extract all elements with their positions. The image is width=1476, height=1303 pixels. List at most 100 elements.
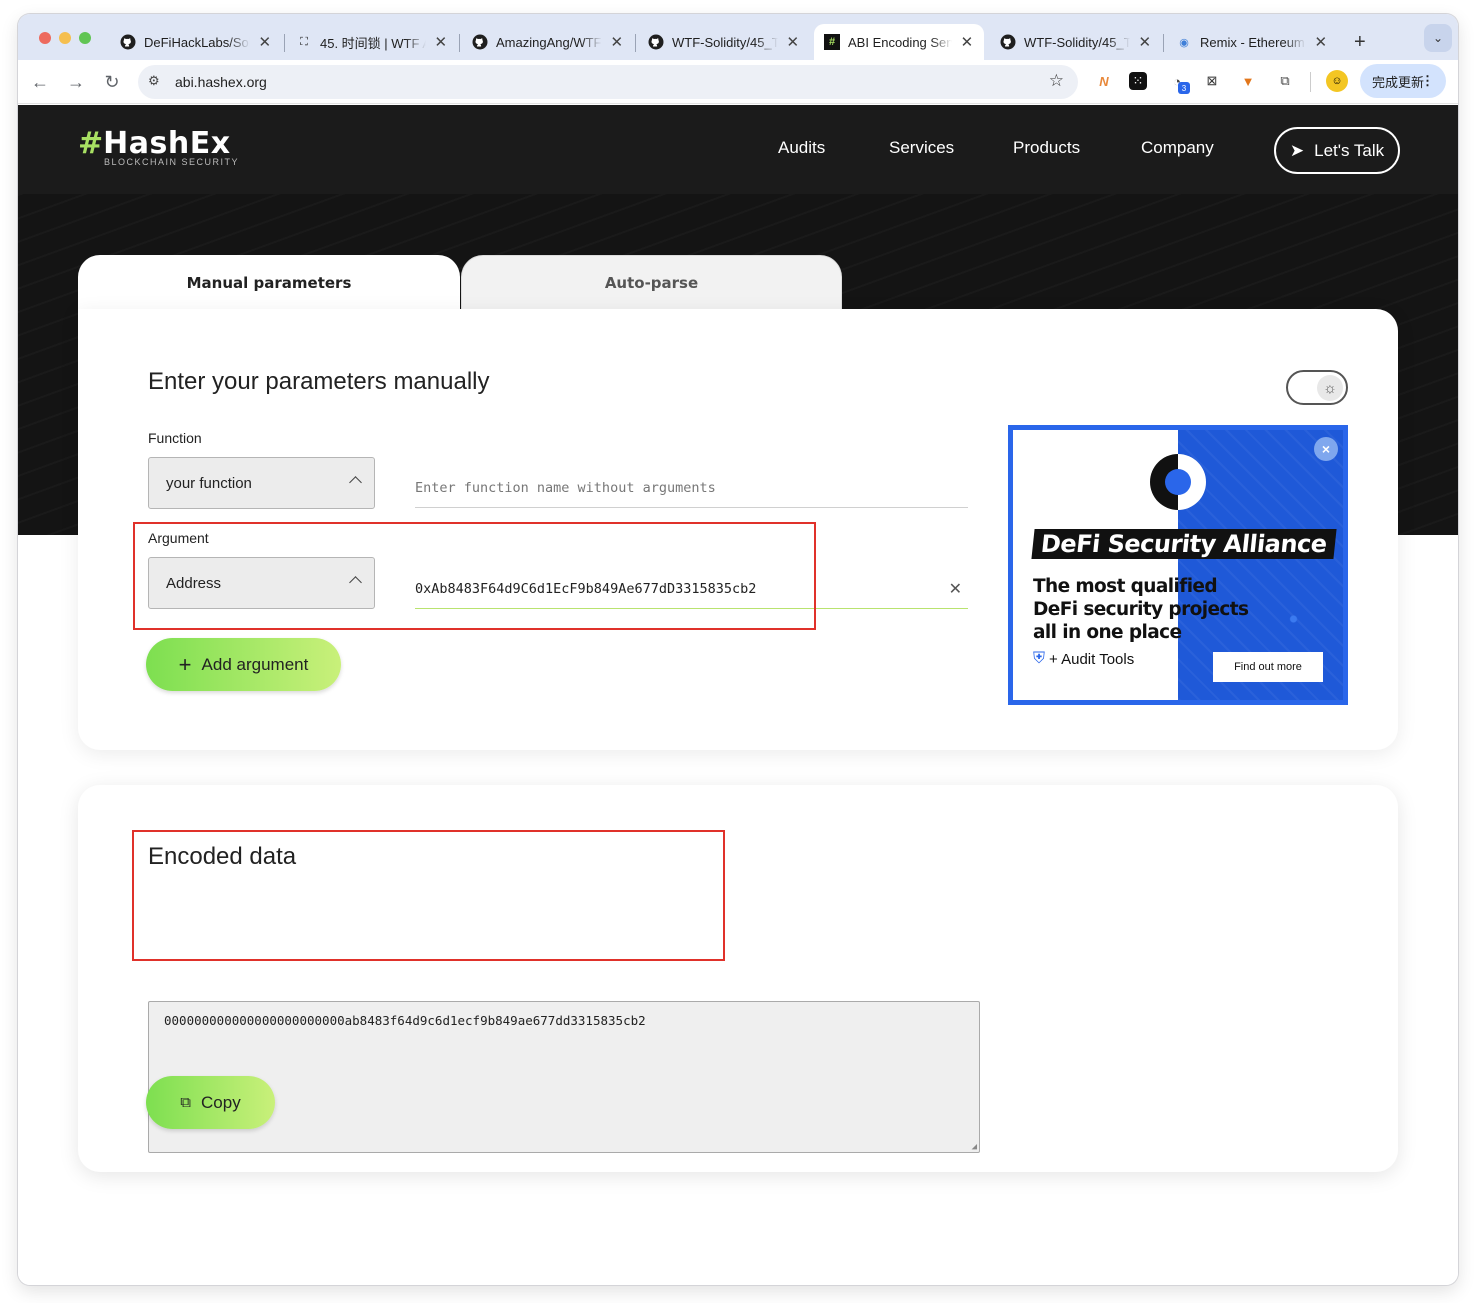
new-tab-button[interactable]: + bbox=[1344, 24, 1374, 60]
ad-lead: The most qualified DeFi security project… bbox=[1033, 575, 1333, 644]
reload-button[interactable]: ↻ bbox=[100, 70, 124, 94]
close-tab-icon[interactable]: ✕ bbox=[258, 33, 272, 51]
ad-lead-line: all in one place bbox=[1033, 622, 1182, 643]
bookmark-star-icon[interactable]: ☆ bbox=[1049, 71, 1064, 91]
function-label: Function bbox=[148, 430, 202, 446]
theme-toggle[interactable]: ☼ bbox=[1286, 370, 1348, 405]
defi-alliance-ad[interactable]: DeFi Security Alliance The most qualifie… bbox=[1008, 425, 1348, 705]
close-window-button[interactable] bbox=[39, 32, 51, 44]
tab-label: WTF-Solidity/45_T bbox=[672, 34, 778, 50]
manual-parameters-card: Enter your parameters manually ☼ Functio… bbox=[78, 309, 1398, 750]
browser-toolbar: ← → ↻ ⚙ abi.hashex.org ☆ N ⁙ ◔ 3 ⊠ ▼ ⧉ ☺… bbox=[18, 60, 1458, 104]
tab-label: AmazingAng/WTF- bbox=[496, 34, 602, 50]
annotation-box-encoded bbox=[132, 830, 725, 961]
find-out-more-label: Find out more bbox=[1234, 661, 1302, 673]
address-bar[interactable]: ⚙ abi.hashex.org ☆ bbox=[138, 65, 1078, 99]
minimize-window-button[interactable] bbox=[59, 32, 71, 44]
nav-services[interactable]: Services bbox=[889, 138, 954, 158]
form-heading: Enter your parameters manually bbox=[148, 368, 490, 395]
close-tab-icon[interactable]: ✕ bbox=[960, 33, 974, 51]
plus-icon: + bbox=[178, 651, 192, 677]
browser-tab[interactable]: DeFiHackLabs/Sol ✕ bbox=[110, 24, 282, 60]
close-tab-icon[interactable]: ✕ bbox=[434, 33, 448, 51]
tab-auto-label: Auto-parse bbox=[604, 273, 699, 292]
encoded-data-card: Encoded data 000000000000000000000000ab8… bbox=[78, 785, 1398, 1172]
logo-mark: # bbox=[78, 126, 104, 161]
browser-tab-active[interactable]: # ABI Encoding Serv ✕ bbox=[814, 24, 984, 60]
browser-tab[interactable]: WTF-Solidity/45_T ✕ bbox=[990, 24, 1162, 60]
add-argument-button[interactable]: + Add argument bbox=[146, 638, 341, 691]
tab-search-button[interactable]: ⌄ bbox=[1424, 24, 1452, 52]
zoom-window-button[interactable] bbox=[79, 32, 91, 44]
browser-tab[interactable]: ⛶ 45. 时间锁 | WTF A ✕ bbox=[286, 24, 458, 60]
arrow-left-icon: ← bbox=[31, 71, 49, 92]
close-tab-icon[interactable]: ✕ bbox=[610, 33, 624, 51]
forward-button[interactable]: → bbox=[64, 70, 88, 94]
ad-tools-label: + Audit Tools bbox=[1049, 650, 1135, 668]
tab-label: Remix - Ethereum bbox=[1200, 34, 1305, 50]
copy-button[interactable]: ⧉ Copy bbox=[146, 1076, 275, 1129]
extension-n-icon[interactable]: N bbox=[1093, 70, 1115, 92]
ad-lead-line: DeFi security projects bbox=[1033, 599, 1249, 620]
update-button[interactable]: 完成更新 ⋮ bbox=[1360, 64, 1446, 98]
close-ad-glyph: × bbox=[1321, 441, 1331, 457]
extension-x-icon[interactable]: ⊠ bbox=[1201, 70, 1223, 92]
extension-dice-icon[interactable]: ⁙ bbox=[1129, 72, 1147, 90]
chevron-down-icon: ⌄ bbox=[1432, 31, 1444, 45]
lets-talk-button[interactable]: ➤ Let's Talk bbox=[1274, 127, 1400, 174]
copy-label: Copy bbox=[201, 1092, 241, 1112]
extension-badge: 3 bbox=[1178, 82, 1190, 94]
annotation-box-argument bbox=[133, 522, 816, 630]
shield-icon: ⛨ bbox=[1033, 650, 1046, 667]
site-info-icon[interactable]: ⚙ bbox=[148, 73, 160, 89]
function-type-select[interactable]: your function bbox=[148, 457, 375, 509]
close-tab-icon[interactable]: ✕ bbox=[786, 33, 800, 51]
browser-tab[interactable]: ◉ Remix - Ethereum ✕ bbox=[1166, 24, 1338, 60]
logo-name: HashEx bbox=[103, 126, 231, 161]
function-type-value: your function bbox=[166, 474, 252, 492]
nav-products[interactable]: Products bbox=[1013, 138, 1080, 158]
close-tab-icon[interactable]: ✕ bbox=[1314, 33, 1328, 51]
extensions-puzzle-icon[interactable]: ⧉ bbox=[1274, 70, 1296, 92]
extension-chat-icon[interactable]: ◔ 3 bbox=[1166, 70, 1190, 94]
site-header: #HashEx BLOCKCHAIN SECURITY Audits Servi… bbox=[18, 105, 1458, 194]
tab-auto-parse[interactable]: Auto-parse bbox=[461, 255, 842, 309]
find-out-more-button[interactable]: Find out more bbox=[1213, 652, 1323, 682]
profile-avatar[interactable]: ☺ bbox=[1326, 70, 1348, 92]
function-name-input[interactable]: Enter function name without arguments bbox=[415, 468, 968, 508]
browser-tab[interactable]: AmazingAng/WTF- ✕ bbox=[462, 24, 634, 60]
tab-manual-parameters[interactable]: Manual parameters bbox=[78, 255, 460, 311]
lets-talk-label: Let's Talk bbox=[1314, 140, 1385, 160]
function-name-placeholder: Enter function name without arguments bbox=[415, 479, 716, 496]
encoded-data-textarea[interactable]: 000000000000000000000000ab8483f64d9c6d1e… bbox=[148, 1001, 980, 1153]
github-icon bbox=[1000, 34, 1016, 50]
close-ad-icon[interactable]: × bbox=[1314, 437, 1338, 461]
nav-audits[interactable]: Audits bbox=[778, 138, 825, 158]
close-tab-icon[interactable]: ✕ bbox=[1138, 33, 1152, 51]
sun-icon: ☼ bbox=[1317, 375, 1343, 401]
resize-handle-icon[interactable]: ◢ bbox=[972, 1142, 977, 1152]
paper-plane-icon: ➤ bbox=[1289, 140, 1305, 160]
ad-logo-circle bbox=[1150, 454, 1206, 510]
remix-icon: ◉ bbox=[1179, 36, 1189, 49]
wtf-icon: ⛶ bbox=[300, 35, 308, 48]
web-page: #HashEx BLOCKCHAIN SECURITY Audits Servi… bbox=[18, 105, 1458, 1285]
back-button[interactable]: ← bbox=[28, 70, 52, 94]
logo-subtitle: BLOCKCHAIN SECURITY bbox=[104, 157, 240, 167]
browser-window: DeFiHackLabs/Sol ✕ ⛶ 45. 时间锁 | WTF A ✕ A… bbox=[18, 14, 1458, 1285]
tab-label: WTF-Solidity/45_T bbox=[1024, 34, 1130, 50]
clear-argument-icon[interactable]: ✕ bbox=[949, 579, 962, 598]
tab-separator bbox=[1163, 34, 1164, 52]
ad-lead-line: The most qualified bbox=[1033, 576, 1218, 597]
hashex-logo[interactable]: #HashEx BLOCKCHAIN SECURITY bbox=[78, 126, 238, 167]
metamask-fox-icon[interactable]: ▼ bbox=[1237, 70, 1259, 92]
browser-tab[interactable]: WTF-Solidity/45_T ✕ bbox=[638, 24, 810, 60]
update-button-label: 完成更新 bbox=[1372, 74, 1425, 90]
github-icon bbox=[472, 34, 488, 50]
chevron-up-icon bbox=[349, 476, 362, 489]
plus-icon: + bbox=[1354, 30, 1366, 53]
tab-strip: DeFiHackLabs/Sol ✕ ⛶ 45. 时间锁 | WTF A ✕ A… bbox=[18, 14, 1458, 60]
ad-title: DeFi Security Alliance bbox=[1031, 529, 1337, 559]
tab-separator bbox=[459, 34, 460, 52]
nav-company[interactable]: Company bbox=[1141, 138, 1214, 158]
